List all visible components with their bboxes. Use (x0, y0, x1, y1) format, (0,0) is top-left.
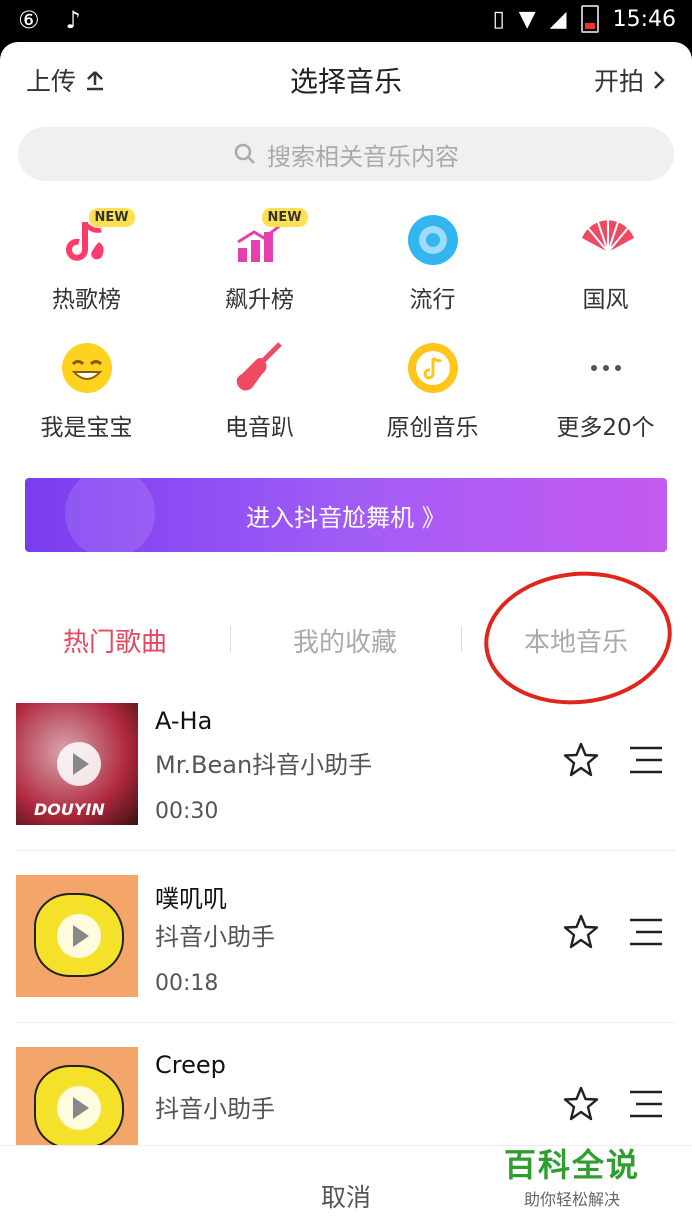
music-note-icon (405, 340, 461, 396)
star-icon[interactable] (562, 741, 600, 779)
category-original[interactable]: 原创音乐 (346, 328, 519, 442)
category-label: 我是宝宝 (40, 415, 133, 441)
more-dots-icon (578, 340, 634, 396)
wifi-icon: ▼ (518, 6, 536, 32)
song-artist: 抖音小助手 (155, 1095, 275, 1123)
vibrate-icon: ▯ (492, 6, 505, 32)
tab-hot-songs[interactable]: 热门歌曲 (0, 622, 230, 659)
category-label: 流行 (409, 287, 456, 313)
playlist-menu-icon[interactable] (628, 745, 664, 775)
category-hot-chart[interactable]: NEW 热歌榜 (0, 200, 173, 314)
category-label: 国风 (582, 287, 629, 313)
divider (16, 850, 676, 851)
annotation-circle (477, 562, 679, 714)
divider (16, 1022, 676, 1023)
playlist-menu-icon[interactable] (628, 1089, 664, 1119)
song-title: A-Ha (155, 707, 213, 735)
play-icon[interactable] (57, 914, 101, 958)
song-artist: Mr.Bean抖音小助手 (155, 751, 373, 779)
new-badge: NEW (261, 208, 308, 227)
status-time: 15:46 (612, 6, 676, 32)
disc-icon (405, 212, 461, 268)
song-cover (16, 875, 138, 997)
battery-icon (580, 5, 599, 33)
star-icon[interactable] (562, 1085, 600, 1123)
shoot-button[interactable]: 开拍 (594, 62, 666, 98)
tiktok-icon: ♪ (65, 6, 81, 34)
signal-icon: ◢ (549, 6, 567, 32)
category-edm[interactable]: 电音趴 (173, 328, 346, 442)
play-icon[interactable] (57, 1086, 101, 1130)
watermark-title: 百科全说 (503, 1146, 640, 1184)
play-icon[interactable] (57, 742, 101, 786)
song-duration: 00:18 (155, 971, 219, 996)
hot-chart-icon: NEW (59, 208, 135, 268)
smiley-icon (59, 340, 115, 396)
category-label: 电音趴 (225, 415, 294, 441)
song-title: Creep (155, 1051, 226, 1079)
song-artist: 抖音小助手 (155, 923, 275, 951)
category-rising-chart[interactable]: NEW 飙升榜 (173, 200, 346, 314)
category-label: 更多20个 (556, 415, 655, 441)
category-more[interactable]: 更多20个 (519, 328, 692, 442)
category-label: 热歌榜 (52, 287, 121, 313)
new-badge: NEW (88, 208, 135, 227)
fan-icon (578, 212, 634, 268)
header: 上传 选择音乐 开拍 (0, 42, 692, 116)
category-label: 原创音乐 (386, 415, 479, 441)
shoot-label: 开拍 (593, 67, 644, 96)
song-cover: DOUYIN (16, 703, 138, 825)
rising-chart-icon: NEW (232, 208, 308, 268)
dance-machine-banner[interactable]: 进入抖音尬舞机 》 (25, 478, 667, 552)
chevron-right-icon (654, 71, 665, 89)
cover-text: DOUYIN (34, 800, 105, 819)
category-pop[interactable]: 流行 (346, 200, 519, 314)
category-label: 飙升榜 (225, 287, 294, 313)
music-picker-sheet: 上传 选择音乐 开拍 搜索相关音乐内容 NEW 热歌榜 NEW 飙升榜 流行 国… (0, 42, 692, 1230)
search-placeholder: 搜索相关音乐内容 (267, 142, 459, 171)
watermark: 百科全说 助你轻松解决 (504, 1140, 640, 1210)
netease-cloud-music-icon: ⑥ (18, 6, 40, 34)
song-title: 噗叽叽 (155, 885, 227, 913)
search-input[interactable]: 搜索相关音乐内容 (18, 127, 674, 181)
watermark-subtitle: 助你轻松解决 (523, 1190, 620, 1209)
tab-favorites[interactable]: 我的收藏 (230, 622, 460, 659)
status-bar: ⑥ ♪ ▯ ▼ ◢ 15:46 (0, 0, 692, 42)
category-guofeng[interactable]: 国风 (519, 200, 692, 314)
playlist-menu-icon[interactable] (628, 917, 664, 947)
banner-label: 进入抖音尬舞机 》 (246, 503, 446, 532)
category-baby[interactable]: 我是宝宝 (0, 328, 173, 442)
page-title: 选择音乐 (289, 65, 402, 98)
star-icon[interactable] (562, 913, 600, 951)
search-icon (234, 143, 255, 164)
song-duration: 00:30 (155, 799, 219, 824)
guitar-icon (232, 340, 288, 396)
